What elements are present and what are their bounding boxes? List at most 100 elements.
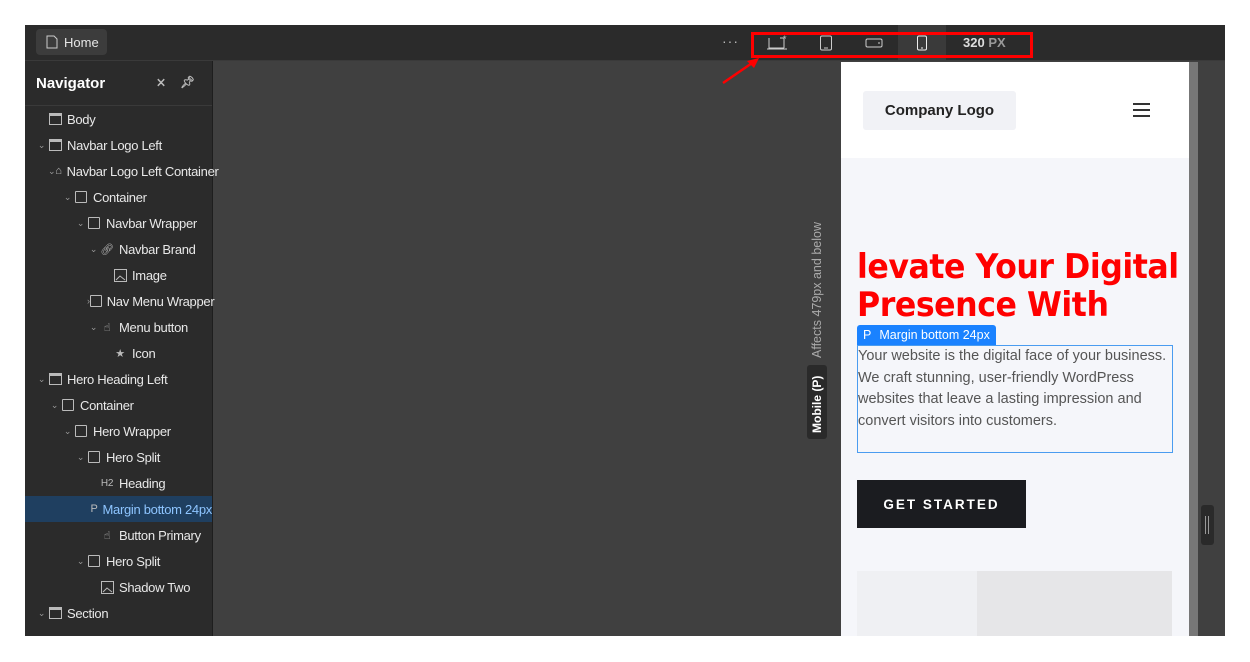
hero-heading[interactable]: levate Your Digital Presence With (857, 248, 1179, 324)
annotation-arrow (722, 58, 759, 85)
affects-text: Affects 479px and below (810, 222, 824, 358)
navigator-item-label: Hero Wrapper (93, 423, 171, 439)
navigator-item[interactable]: ⌄ Hero Wrapper (25, 418, 212, 444)
page-selector-button[interactable]: Home (36, 29, 107, 55)
resize-handle[interactable] (1201, 505, 1214, 545)
company-logo[interactable]: Company Logo (863, 91, 1016, 130)
section-icon (48, 606, 62, 620)
navigator-item[interactable]: ⌄ Hero Split (25, 444, 212, 470)
preview-frame: Company Logo levate Your Digital Presence… (841, 62, 1189, 636)
chevron-icon[interactable]: ⌄ (74, 556, 87, 567)
annotation-highlight-box (751, 32, 1033, 58)
h2-icon: H2 (100, 477, 114, 489)
box-icon (89, 294, 102, 308)
chevron-icon[interactable]: ⌄ (74, 452, 87, 463)
chevron-icon[interactable]: ⌄ (35, 140, 48, 151)
pin-icon[interactable]: 📌︎ (180, 75, 195, 89)
chevron-icon[interactable]: ⌄ (74, 218, 87, 229)
get-started-button[interactable]: GET STARTED (857, 480, 1026, 528)
box-icon (87, 450, 101, 464)
top-bar: Home ··· * 320 PX (25, 25, 1225, 61)
navigator-item-label: Hero Split (106, 553, 161, 569)
navigator-title: Navigator (36, 74, 106, 92)
star-icon: ★ (115, 347, 125, 360)
more-options-icon[interactable]: ··· (722, 33, 739, 49)
navigator-item-label: Navbar Logo Left (67, 137, 162, 153)
box-icon (74, 190, 88, 204)
box-icon (87, 216, 101, 230)
navigator-item[interactable]: H2 Heading (25, 470, 212, 496)
page-name: Home (64, 34, 99, 50)
heading-line: levate Your Digital (857, 247, 1179, 287)
navigator-item[interactable]: Body (25, 106, 212, 132)
collapse-all-icon[interactable]: ⨯ (156, 75, 166, 89)
box-icon (74, 424, 88, 438)
navigator-item[interactable]: ☝︎ Button Primary (25, 522, 212, 548)
box-icon (87, 554, 101, 568)
image-icon (100, 580, 114, 594)
chevron-icon[interactable]: ⌄ (35, 608, 48, 619)
page-icon (46, 35, 58, 49)
designer-app: Home ··· * 320 PX Navigator ⨯ 📌︎ Body ⌄ Na… (25, 25, 1225, 636)
chevron-icon[interactable]: ⌄ (87, 244, 100, 255)
chevron-icon[interactable]: ⌄ (61, 426, 74, 437)
navigator-item[interactable]: ⌄ Hero Split (25, 548, 212, 574)
navigator-item[interactable]: ⌄ ⌂ Navbar Logo Left Container (25, 158, 219, 184)
selection-tag: P Margin bottom 24px (857, 325, 996, 345)
navigator-item-label: Heading (119, 475, 166, 491)
navigator-item[interactable]: ⌄ Container (25, 392, 212, 418)
image-icon (113, 268, 127, 282)
preview-navbar: Company Logo (841, 62, 1189, 158)
chevron-icon[interactable]: ⌄ (48, 400, 61, 411)
hamburger-menu-icon[interactable] (1133, 103, 1150, 121)
chevron-icon[interactable]: ⌄ (87, 322, 100, 333)
preview-scrollbar[interactable] (1189, 62, 1198, 636)
navigator-item-label: Hero Heading Left (67, 371, 168, 387)
navigator-item-label: Body (67, 111, 96, 127)
chevron-icon[interactable]: ⌄ (48, 166, 56, 177)
section-icon (48, 372, 62, 386)
navigator-item[interactable]: Image (25, 262, 212, 288)
chevron-icon[interactable]: ⌄ (35, 374, 48, 385)
navigator-item-label: Button Primary (119, 527, 201, 543)
navigator-item[interactable]: ⌄ Navbar Logo Left (25, 132, 212, 158)
navigator-item-label: Icon (132, 345, 156, 361)
navigator-item[interactable]: ⌄ Hero Heading Left (25, 366, 212, 392)
hero-image (857, 571, 1172, 636)
navigator-item-label: Navbar Wrapper (106, 215, 197, 231)
navigator-item[interactable]: ⌄ Section (25, 600, 212, 626)
navigator-item[interactable]: ★ Icon (25, 340, 212, 366)
box-icon (61, 398, 75, 412)
element-label: Margin bottom 24px (879, 328, 990, 342)
navigator-item-label: Nav Menu Wrapper (106, 293, 215, 309)
hero-paragraph-selected[interactable]: Your website is the digital face of your… (857, 345, 1173, 453)
navigator-item-label: Shadow Two (119, 579, 191, 595)
navigator-item-label: Margin bottom 24px (102, 501, 213, 517)
navigator-item-label: Navbar Brand (119, 241, 196, 257)
navigator-item[interactable]: › Nav Menu Wrapper (25, 288, 215, 314)
hand-icon: ☝︎ (103, 529, 111, 542)
link-icon: 🔗︎ (100, 243, 114, 256)
navigator-item-label: Menu button (119, 319, 188, 335)
navigator-item[interactable]: ⌄ Container (25, 184, 212, 210)
hand-icon: ☝︎ (103, 321, 111, 334)
navigator-item[interactable]: ⌄ ☝︎ Menu button (25, 314, 212, 340)
navigator-item-label: Navbar Logo Left Container (66, 163, 219, 179)
navigator-item[interactable]: P Margin bottom 24px (25, 496, 212, 522)
heading-line: Presence With (857, 285, 1109, 325)
section-icon (48, 138, 62, 152)
breakpoint-badge-text: Mobile (P) (810, 375, 824, 433)
navigator-item-label: Container (80, 397, 134, 413)
navigator-tree: Body ⌄ Navbar Logo Left ⌄ ⌂ Navbar Logo Left … (25, 106, 219, 626)
navigator-item[interactable]: ⌄ Navbar Wrapper (25, 210, 212, 236)
navigator-item[interactable]: ⌄ 🔗︎ Navbar Brand (25, 236, 212, 262)
p-icon: P (90, 503, 98, 515)
element-type: P (863, 328, 872, 342)
navigator-panel: Navigator ⨯ 📌︎ Body ⌄ Navbar Logo Left ⌄ ⌂ Na… (25, 61, 219, 636)
navigator-item-label: Container (93, 189, 147, 205)
home-icon: ⌂ (55, 165, 62, 177)
chevron-icon[interactable]: ⌄ (61, 192, 74, 203)
navigator-item-label: Section (67, 605, 109, 621)
navigator-item-label: Image (132, 267, 167, 283)
navigator-item[interactable]: Shadow Two (25, 574, 212, 600)
